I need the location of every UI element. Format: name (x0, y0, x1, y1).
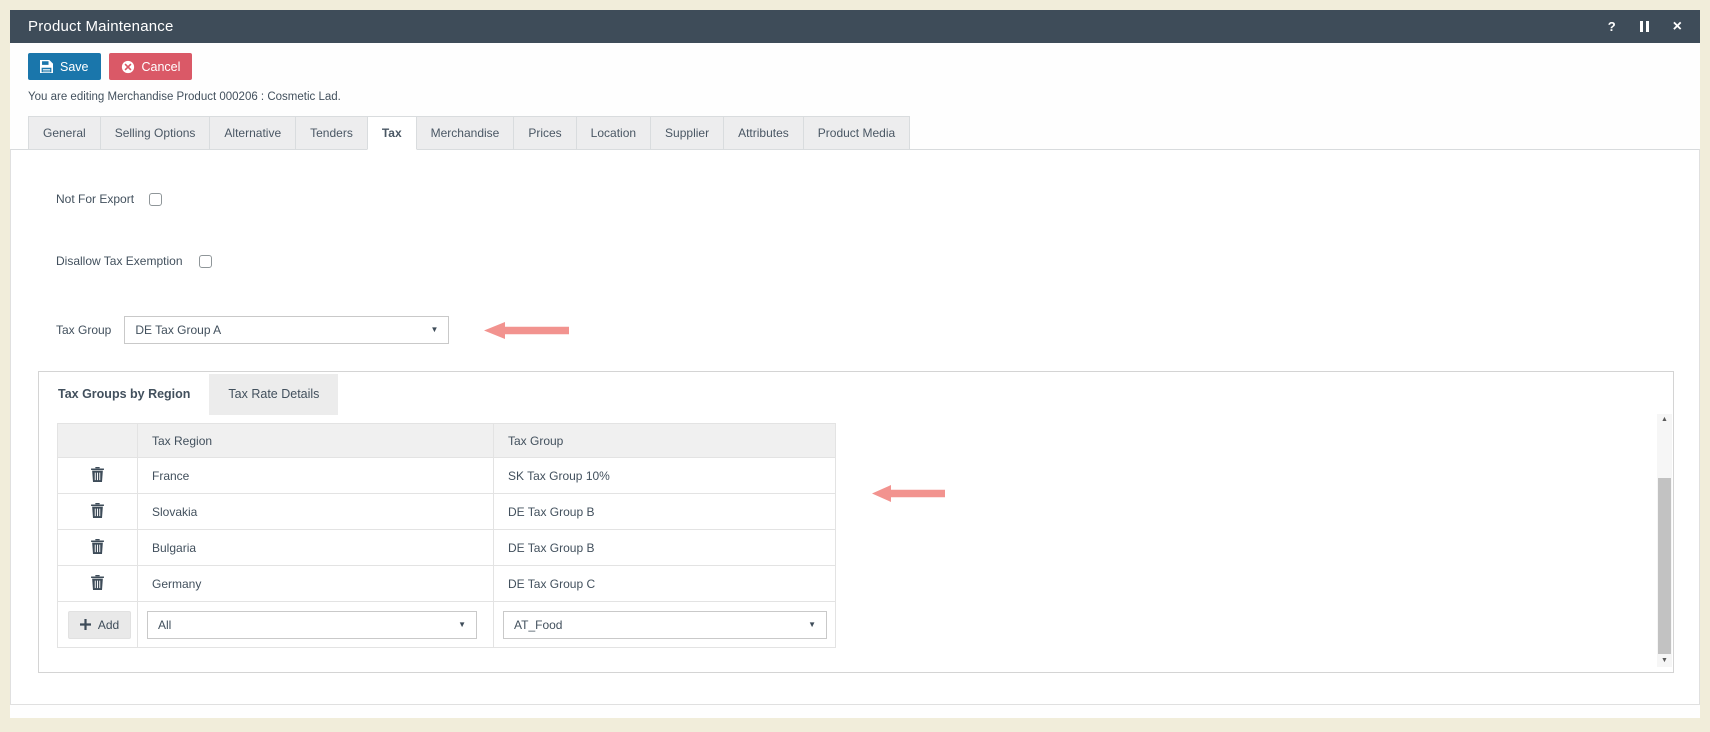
floppy-icon (40, 60, 53, 73)
trash-icon (91, 539, 104, 554)
subtab-tax-groups-by-region[interactable]: Tax Groups by Region (39, 374, 209, 415)
tax-region-cell: Slovakia (138, 494, 494, 530)
scroll-down-button[interactable]: ▼ (1657, 655, 1672, 667)
tax-group-select-value: DE Tax Group A (135, 323, 221, 337)
product-maintenance-window: Product Maintenance ? × Save Cancel You … (10, 10, 1700, 718)
tab-tax[interactable]: Tax (367, 116, 417, 150)
close-icon[interactable]: × (1673, 19, 1682, 35)
tab-supplier[interactable]: Supplier (650, 116, 724, 150)
not-for-export-checkbox[interactable] (149, 193, 162, 206)
tax-region-cell: Bulgaria (138, 530, 494, 566)
toolbar: Save Cancel (10, 43, 1700, 80)
tax-region-cell: France (138, 458, 494, 494)
sub-tab-strip: Tax Groups by Region Tax Rate Details (39, 372, 1673, 415)
trash-icon (91, 467, 104, 482)
window-controls: ? × (1608, 19, 1682, 35)
scrollbar-thumb[interactable] (1658, 478, 1671, 654)
chevron-down-icon: ▼ (808, 621, 816, 629)
tax-group-column-header: Tax Group (494, 424, 836, 458)
delete-row-button[interactable] (87, 465, 108, 487)
editing-notice: You are editing Merchandise Product 0002… (10, 80, 1700, 103)
save-button-label: Save (60, 60, 89, 74)
tax-groups-panel: Tax Groups by Region Tax Rate Details Ta… (38, 371, 1674, 673)
table-header-row: Tax Region Tax Group (58, 424, 836, 458)
table-row: Slovakia DE Tax Group B (58, 494, 836, 530)
not-for-export-label: Not For Export (56, 192, 134, 206)
plus-icon (80, 619, 91, 630)
x-circle-icon (121, 60, 135, 74)
tab-alternative[interactable]: Alternative (209, 116, 296, 150)
actions-column-header (58, 424, 138, 458)
tax-group-cell: DE Tax Group B (494, 494, 836, 530)
table-row: France SK Tax Group 10% (58, 458, 836, 494)
subtab-tax-rate-details[interactable]: Tax Rate Details (209, 374, 338, 415)
chevron-down-icon: ▼ (430, 326, 438, 334)
new-tax-group-select[interactable]: AT_Food ▼ (503, 611, 827, 639)
new-tax-group-value: AT_Food (514, 618, 562, 632)
help-icon[interactable]: ? (1608, 20, 1616, 33)
tax-region-column-header: Tax Region (138, 424, 494, 458)
vertical-scrollbar[interactable]: ▲ ▼ (1657, 414, 1672, 667)
delete-row-button[interactable] (87, 501, 108, 523)
table-row: Bulgaria DE Tax Group B (58, 530, 836, 566)
chevron-down-icon: ▼ (458, 621, 466, 629)
not-for-export-field: Not For Export (56, 192, 162, 206)
tab-merchandise[interactable]: Merchandise (416, 116, 515, 150)
tab-general[interactable]: General (28, 116, 101, 150)
tax-group-label: Tax Group (56, 323, 111, 337)
tax-region-cell: Germany (138, 566, 494, 602)
main-tab-strip: General Selling Options Alternative Tend… (10, 116, 1700, 150)
tab-location[interactable]: Location (576, 116, 651, 150)
tax-group-field: Tax Group DE Tax Group A ▼ (56, 316, 569, 344)
pause-icon[interactable] (1640, 21, 1649, 32)
annotation-arrow-left-icon (872, 485, 945, 502)
annotation-arrow-left-icon (484, 322, 569, 339)
tab-product-media[interactable]: Product Media (803, 116, 910, 150)
new-tax-region-select[interactable]: All ▼ (147, 611, 477, 639)
tax-tab-panel: Not For Export Disallow Tax Exemption Ta… (10, 149, 1700, 705)
scroll-up-button[interactable]: ▲ (1657, 414, 1672, 426)
save-button[interactable]: Save (28, 53, 101, 80)
add-button-label: Add (98, 618, 119, 632)
delete-row-button[interactable] (87, 573, 108, 595)
tab-tenders[interactable]: Tenders (295, 116, 368, 150)
new-tax-region-value: All (158, 618, 171, 632)
tax-group-cell: DE Tax Group B (494, 530, 836, 566)
disallow-tax-exemption-checkbox[interactable] (199, 255, 212, 268)
tax-group-select[interactable]: DE Tax Group A ▼ (124, 316, 449, 344)
trash-icon (91, 575, 104, 590)
titlebar: Product Maintenance ? × (10, 10, 1700, 43)
cancel-button[interactable]: Cancel (109, 53, 193, 80)
disallow-tax-exemption-field: Disallow Tax Exemption (56, 254, 212, 268)
table-row: Germany DE Tax Group C (58, 566, 836, 602)
cancel-button-label: Cancel (142, 60, 181, 74)
tax-group-cell: SK Tax Group 10% (494, 458, 836, 494)
trash-icon (91, 503, 104, 518)
delete-row-button[interactable] (87, 537, 108, 559)
tab-attributes[interactable]: Attributes (723, 116, 804, 150)
disallow-tax-exemption-label: Disallow Tax Exemption (56, 254, 183, 268)
page-title: Product Maintenance (28, 18, 174, 35)
add-row-button[interactable]: Add (68, 611, 131, 639)
tax-region-table: Tax Region Tax Group (57, 423, 836, 648)
tab-prices[interactable]: Prices (513, 116, 576, 150)
add-row: Add All ▼ AT_Food ▼ (58, 602, 836, 648)
tab-selling-options[interactable]: Selling Options (100, 116, 211, 150)
tax-group-cell: DE Tax Group C (494, 566, 836, 602)
